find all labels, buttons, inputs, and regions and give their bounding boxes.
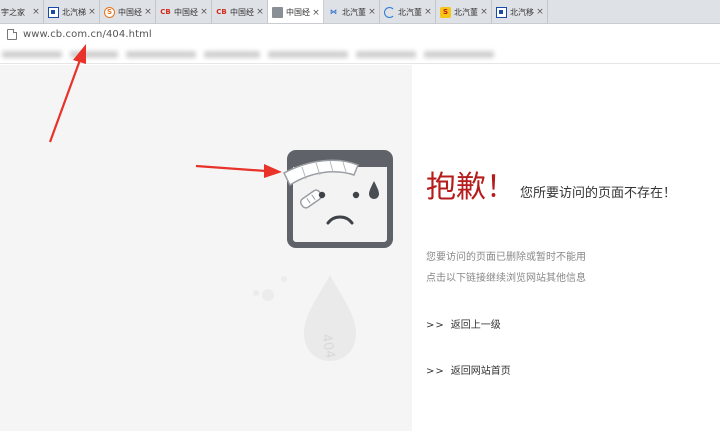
home-link-label: 返回网站首页 (450, 366, 511, 377)
redacted-bookmark[interactable] (2, 51, 62, 58)
close-icon[interactable]: × (256, 7, 264, 17)
browser-tab[interactable]: 北汽移和 × (492, 0, 548, 23)
link-arrows: >> (426, 366, 445, 377)
browser-tab[interactable]: S 北汽董事 × (436, 0, 492, 23)
bookmarks-bar (0, 44, 720, 64)
back-link[interactable]: >> 返回上一级 (426, 316, 501, 331)
tab-title: 中国经营 (230, 7, 254, 17)
fish-icon: ⋈ (330, 7, 337, 16)
redacted-bookmark[interactable] (424, 51, 494, 58)
close-icon[interactable]: × (536, 7, 544, 17)
redacted-bookmark[interactable] (204, 51, 260, 58)
s-logo-icon: S (440, 6, 451, 18)
back-link-label: 返回上一级 (450, 320, 501, 331)
browser-tab[interactable]: CB 中国经营 × (156, 0, 212, 23)
browser-tab-active[interactable]: 中国经营 × (268, 0, 324, 23)
orange-s-icon: S (104, 6, 115, 18)
close-icon[interactable]: × (88, 7, 96, 17)
browser-tab[interactable]: ⋈ 北汽董事 × (324, 0, 380, 23)
browser-tab[interactable]: 宇之家 × (0, 0, 44, 23)
page-icon (272, 7, 283, 18)
close-icon[interactable]: × (312, 8, 320, 18)
eye-right (352, 191, 360, 199)
browser-tab[interactable]: 北汽梯航 × (44, 0, 100, 23)
redacted-bookmark[interactable] (268, 51, 348, 58)
tab-title: 北汽董事 (398, 7, 422, 17)
close-icon[interactable]: × (200, 7, 208, 17)
tab-title: 中国经营 (118, 7, 142, 17)
tab-title: 北汽董事 (342, 7, 366, 17)
tab-title: 中国经营 (286, 8, 310, 17)
close-icon[interactable]: × (480, 7, 488, 17)
sorry-subtitle: 您所要访问的页面不存在！ (520, 186, 677, 201)
sad-window-illustration: 404 (253, 150, 393, 361)
page-info-icon[interactable] (7, 28, 17, 40)
address-bar[interactable]: www.cb.com.cn/404.html (0, 24, 720, 44)
close-icon[interactable]: × (368, 7, 376, 17)
tab-title: 北汽梯航 (62, 7, 86, 17)
blue-square-icon (496, 6, 507, 18)
link-arrows: >> (426, 320, 445, 331)
browser-tab[interactable]: 北汽董事 × (380, 0, 436, 23)
description-line: 点击以下链接继续浏览网站其他信息 (426, 273, 586, 284)
cb-icon: CB (160, 7, 171, 16)
description-line: 您要访问的页面已删除或暂时不能用 (426, 252, 586, 263)
sorry-title: 抱歉！ (426, 170, 516, 205)
browser-tab[interactable]: CB 中国经营 × (212, 0, 268, 23)
redacted-bookmark[interactable] (126, 51, 196, 58)
tab-title: 宇之家 (1, 7, 25, 17)
blue-square-icon (48, 6, 59, 18)
close-icon[interactable]: × (424, 7, 432, 17)
tab-title: 北汽移和 (510, 7, 534, 17)
tab-title: 中国经营 (174, 7, 198, 17)
tab-title: 北汽董事 (454, 7, 478, 17)
drop-watermark: 404 (253, 275, 356, 361)
url-text[interactable]: www.cb.com.cn/404.html (23, 29, 152, 40)
eye-left (318, 191, 326, 199)
error-headline: 抱歉！ 您所要访问的页面不存在！ (426, 162, 676, 206)
browser-tab[interactable]: S 中国经营 × (100, 0, 156, 23)
cb-icon: CB (216, 7, 227, 16)
loading-ring-icon (384, 6, 395, 18)
close-icon[interactable]: × (144, 7, 152, 17)
close-icon[interactable]: × (32, 7, 40, 17)
home-link[interactable]: >> 返回网站首页 (426, 362, 511, 377)
redacted-bookmark[interactable] (356, 51, 416, 58)
redacted-bookmark[interactable] (70, 51, 118, 58)
tab-strip: 宇之家 × 北汽梯航 × S 中国经营 × CB 中国经营 × CB 中国经营 … (0, 0, 720, 24)
